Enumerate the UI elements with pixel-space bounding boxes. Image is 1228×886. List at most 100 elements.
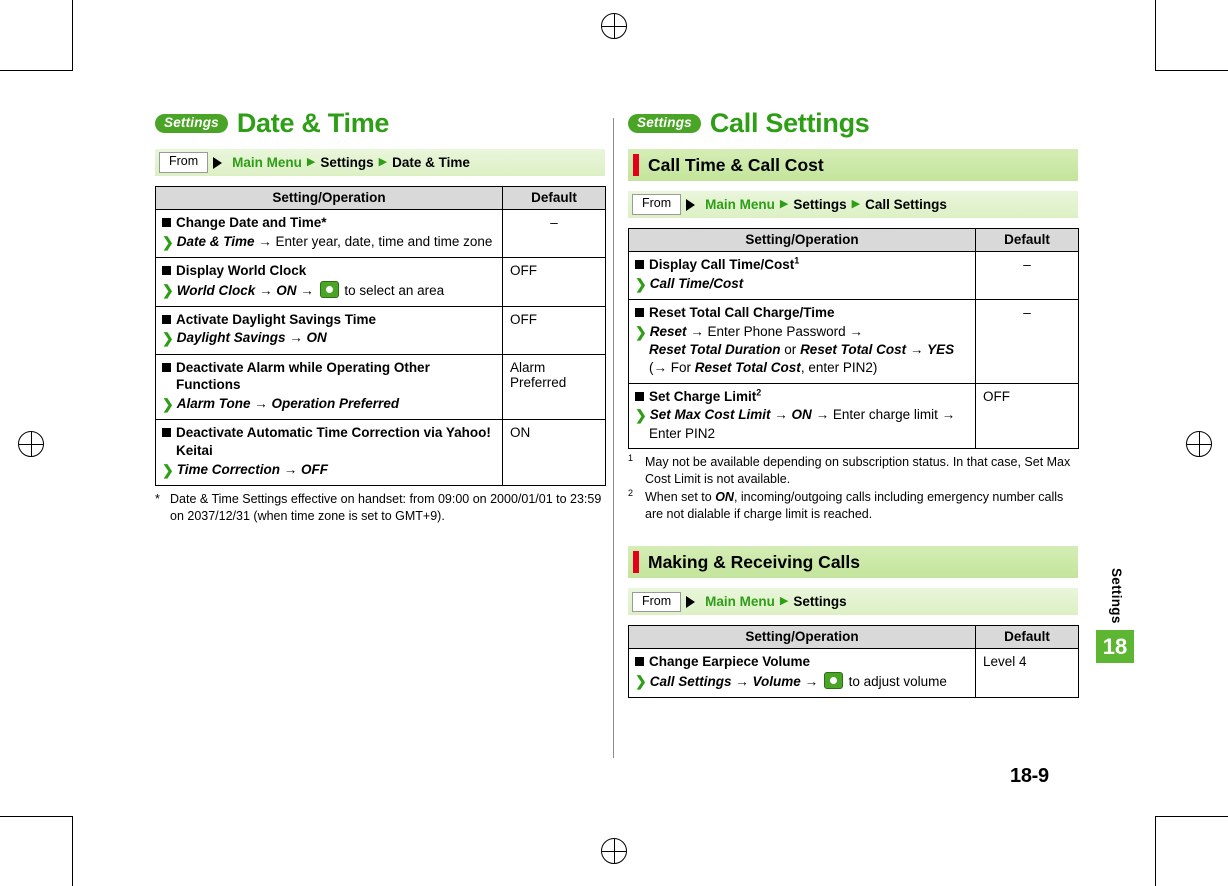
setting-title: Display World Clock xyxy=(176,263,307,278)
dpad-key-icon xyxy=(823,672,843,690)
step-text: (→ For Reset Total Cost, enter PIN2) xyxy=(649,359,878,375)
making-receiving-calls-table: Setting/Operation Default Change Earpiec… xyxy=(628,625,1079,699)
call-time-cost-table: Setting/Operation Default Display Call T… xyxy=(628,228,1079,450)
square-bullet-icon xyxy=(162,218,171,227)
registration-mark-bottom xyxy=(601,838,627,864)
table-row: Display World Clock ❯ World Clock → ON → … xyxy=(155,257,606,307)
footnotes-call-time-cost: 1 May not be available depending on subs… xyxy=(628,454,1078,522)
registration-mark-top xyxy=(601,13,627,39)
triangle-right-icon xyxy=(213,156,223,169)
default-cell: ON xyxy=(502,419,606,487)
table-row: Activate Daylight Savings Time ❯ Daylight… xyxy=(155,305,606,355)
default-cell: – xyxy=(975,299,1079,384)
table-row: Reset Total Call Charge/Time ❯ Reset → En… xyxy=(628,299,1079,384)
section-accent-bar xyxy=(633,154,639,176)
step-marker-icon: ❯ xyxy=(162,233,174,250)
breadcrumb-item-1: Main Menu xyxy=(705,197,775,212)
from-bar-date-time: From Main Menu ▶ Settings ▶ Date & Time xyxy=(155,149,605,176)
table-row: Change Earpiece Volume ❯ Call Settings → … xyxy=(628,648,1079,699)
chapter-tab-label: Settings xyxy=(1108,568,1124,624)
column-header-default: Default xyxy=(975,625,1079,650)
from-label: From xyxy=(632,194,682,215)
crop-mark-bottom-left-h xyxy=(0,816,72,817)
date-time-table: Setting/Operation Default Change Date an… xyxy=(155,186,606,487)
square-bullet-icon xyxy=(162,314,171,324)
column-header-operation: Setting/Operation xyxy=(155,186,503,210)
footnote-marker: 1 xyxy=(628,453,634,464)
chevron-right-icon: ▶ xyxy=(306,156,316,168)
operation-cell: Display World Clock ❯ World Clock → ON → … xyxy=(155,257,503,307)
breadcrumb-item-1: Main Menu xyxy=(232,155,302,170)
step-marker-icon: ❯ xyxy=(635,323,647,340)
settings-badge: Settings xyxy=(155,113,228,134)
chevron-right-icon: ▶ xyxy=(851,198,861,210)
square-bullet-icon xyxy=(162,428,171,438)
chapter-tab: Settings 18 xyxy=(1096,568,1136,663)
operation-cell: Deactivate Automatic Time Correction via… xyxy=(155,419,503,487)
operation-cell: Change Earpiece Volume ❯ Call Settings → … xyxy=(628,648,976,699)
default-cell: Level 4 xyxy=(975,648,1079,699)
default-cell: – xyxy=(975,251,1079,300)
footnote-text: May not be available depending on subscr… xyxy=(645,455,1071,486)
setting-title: Display Call Time/Cost1 xyxy=(649,255,800,272)
operation-cell: Activate Daylight Savings Time ❯ Daylight… xyxy=(155,305,503,355)
step-marker-icon: ❯ xyxy=(635,673,647,690)
step-marker-icon: ❯ xyxy=(162,281,174,298)
column-header-operation: Setting/Operation xyxy=(628,625,976,650)
breadcrumb-item-1: Main Menu xyxy=(705,594,775,610)
column-divider xyxy=(613,118,614,758)
step-marker-icon: ❯ xyxy=(162,462,174,479)
step-text: Reset → Enter Phone Password → xyxy=(649,323,863,339)
default-cell: – xyxy=(502,209,606,258)
footnote-marker: * xyxy=(155,492,160,507)
setting-title: Reset Total Call Charge/Time xyxy=(649,305,835,320)
table-header-row: Setting/Operation Default xyxy=(628,625,1079,650)
breadcrumb: Main Menu ▶ Settings ▶ Date & Time xyxy=(232,155,470,170)
crop-mark-bottom-left-v xyxy=(72,816,73,886)
crop-mark-top-right-h xyxy=(1155,70,1228,71)
crop-mark-bottom-right-h xyxy=(1155,816,1228,817)
operation-cell: Display Call Time/Cost1 ❯ Call Time/Cost xyxy=(628,251,976,300)
crop-mark-bottom-right-v xyxy=(1155,816,1156,886)
settings-badge: Settings xyxy=(628,113,701,134)
setting-title: Change Earpiece Volume xyxy=(649,654,811,670)
crop-mark-top-left-h xyxy=(0,70,72,71)
chevron-right-icon: ▶ xyxy=(779,595,789,608)
default-cell: Alarm Preferred xyxy=(502,353,606,421)
crop-mark-top-right-v xyxy=(1155,0,1156,71)
default-cell: OFF xyxy=(975,382,1079,450)
setting-title: Deactivate Automatic Time Correction via… xyxy=(176,425,491,459)
step-text: Set Max Cost Limit → ON → Enter charge l… xyxy=(649,407,956,423)
breadcrumb-item-2: Settings xyxy=(793,594,847,610)
step-text: Alarm Tone → Operation Preferred xyxy=(176,396,400,412)
left-column: Settings Date & Time From Main Menu ▶ Se… xyxy=(155,110,606,524)
square-bullet-icon xyxy=(162,266,171,275)
chevron-right-icon: ▶ xyxy=(779,198,789,210)
footnote-ref: 1 xyxy=(794,255,800,266)
step-marker-icon: ❯ xyxy=(162,330,174,347)
table-row: Set Charge Limit2 ❯ Set Max Cost Limit → … xyxy=(628,382,1079,450)
table-header-row: Setting/Operation Default xyxy=(628,228,1079,252)
from-bar-making-receiving-calls: From Main Menu ▶ Settings xyxy=(628,588,1078,616)
setting-title: Change Date and Time* xyxy=(176,215,327,230)
chevron-right-icon: ▶ xyxy=(378,156,388,168)
default-cell: OFF xyxy=(502,305,606,355)
setting-title: Set Charge Limit2 xyxy=(649,387,762,404)
page-number: 18-9 xyxy=(1010,765,1049,787)
table-row: Change Date and Time* ❯ Date & Time → Ent… xyxy=(155,209,606,258)
column-header-operation: Setting/Operation xyxy=(628,228,976,252)
operation-cell: Deactivate Alarm while Operating Other F… xyxy=(155,353,503,421)
step-text: Call Settings → Volume → to adjust volum… xyxy=(649,672,947,690)
square-bullet-icon xyxy=(635,657,644,667)
footnote-date-time: * Date & Time Settings effective on hand… xyxy=(155,491,605,524)
operation-cell: Change Date and Time* ❯ Date & Time → Ent… xyxy=(155,209,503,258)
breadcrumb: Main Menu ▶ Settings ▶ Call Settings xyxy=(705,197,947,212)
crop-mark-top-left-v xyxy=(72,0,73,71)
from-label: From xyxy=(632,591,682,613)
footnote-ref: 2 xyxy=(756,387,762,398)
section-accent-bar xyxy=(633,551,639,574)
breadcrumb-item-2: Settings xyxy=(320,155,374,170)
step-marker-icon: ❯ xyxy=(635,275,647,292)
step-text: Date & Time → Enter year, date, time and… xyxy=(176,233,493,249)
section-title: Making & Receiving Calls xyxy=(648,551,861,572)
